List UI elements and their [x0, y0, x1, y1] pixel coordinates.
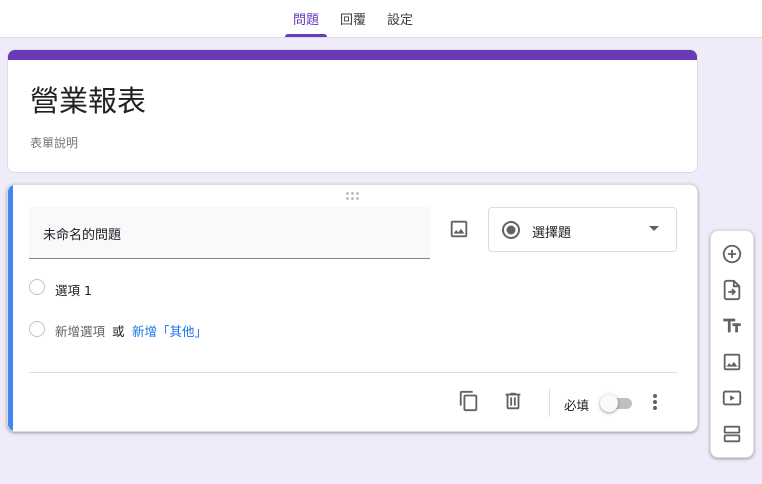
add-video-icon[interactable] [721, 387, 743, 409]
option-label[interactable]: 選項 1 [55, 280, 92, 299]
question-title-input[interactable]: 未命名的問題 [29, 207, 430, 259]
form-title[interactable]: 營業報表 [30, 78, 146, 120]
delete-icon[interactable] [502, 390, 524, 412]
required-toggle[interactable] [600, 394, 634, 412]
tab-settings-label: 設定 [386, 13, 413, 28]
tab-questions-label: 問題 [292, 13, 319, 28]
required-label: 必填 [564, 398, 590, 413]
add-title-icon[interactable] [721, 315, 743, 337]
add-image-icon[interactable] [448, 218, 470, 240]
card-footer-divider [29, 372, 677, 373]
drag-handle-icon[interactable] [346, 192, 360, 201]
add-other-link[interactable]: 新增「其他」 [132, 321, 207, 340]
or-text: 或 [112, 324, 125, 339]
duplicate-icon[interactable] [458, 390, 480, 412]
option-radio [29, 279, 45, 295]
footer-vertical-divider [549, 389, 550, 417]
question-type-dropdown[interactable]: 選擇題 [488, 207, 677, 252]
active-question-indicator [8, 185, 13, 431]
import-questions-icon[interactable] [721, 279, 743, 301]
form-description[interactable]: 表單說明 [30, 134, 78, 151]
radio-button-icon [501, 220, 521, 240]
tab-responses[interactable]: 回覆 [337, 0, 369, 37]
top-tab-bar: 問題 回覆 設定 [0, 0, 762, 38]
tab-questions[interactable]: 問題 [285, 0, 327, 37]
add-image-icon[interactable] [721, 351, 743, 373]
chevron-down-icon [649, 226, 659, 232]
add-option-link[interactable]: 新增選項 [55, 321, 105, 340]
toggle-thumb [600, 394, 618, 412]
tab-settings[interactable]: 設定 [384, 0, 416, 37]
question-title-text: 未命名的問題 [43, 228, 122, 243]
active-tab-indicator [285, 34, 327, 37]
question-type-label: 選擇題 [532, 226, 572, 241]
title-card-accent [8, 50, 697, 60]
more-vert-icon[interactable] [645, 390, 665, 414]
add-option-radio [29, 321, 45, 337]
add-section-icon[interactable] [721, 423, 743, 445]
question-card[interactable]: 未命名的問題 選擇題 選項 1 新增選項 或 新增「其他」 必填 [7, 184, 698, 432]
side-toolbar [710, 230, 754, 458]
add-question-icon[interactable] [721, 243, 743, 265]
form-title-card[interactable]: 營業報表 表單說明 [7, 49, 698, 173]
tab-responses-label: 回覆 [339, 13, 366, 28]
